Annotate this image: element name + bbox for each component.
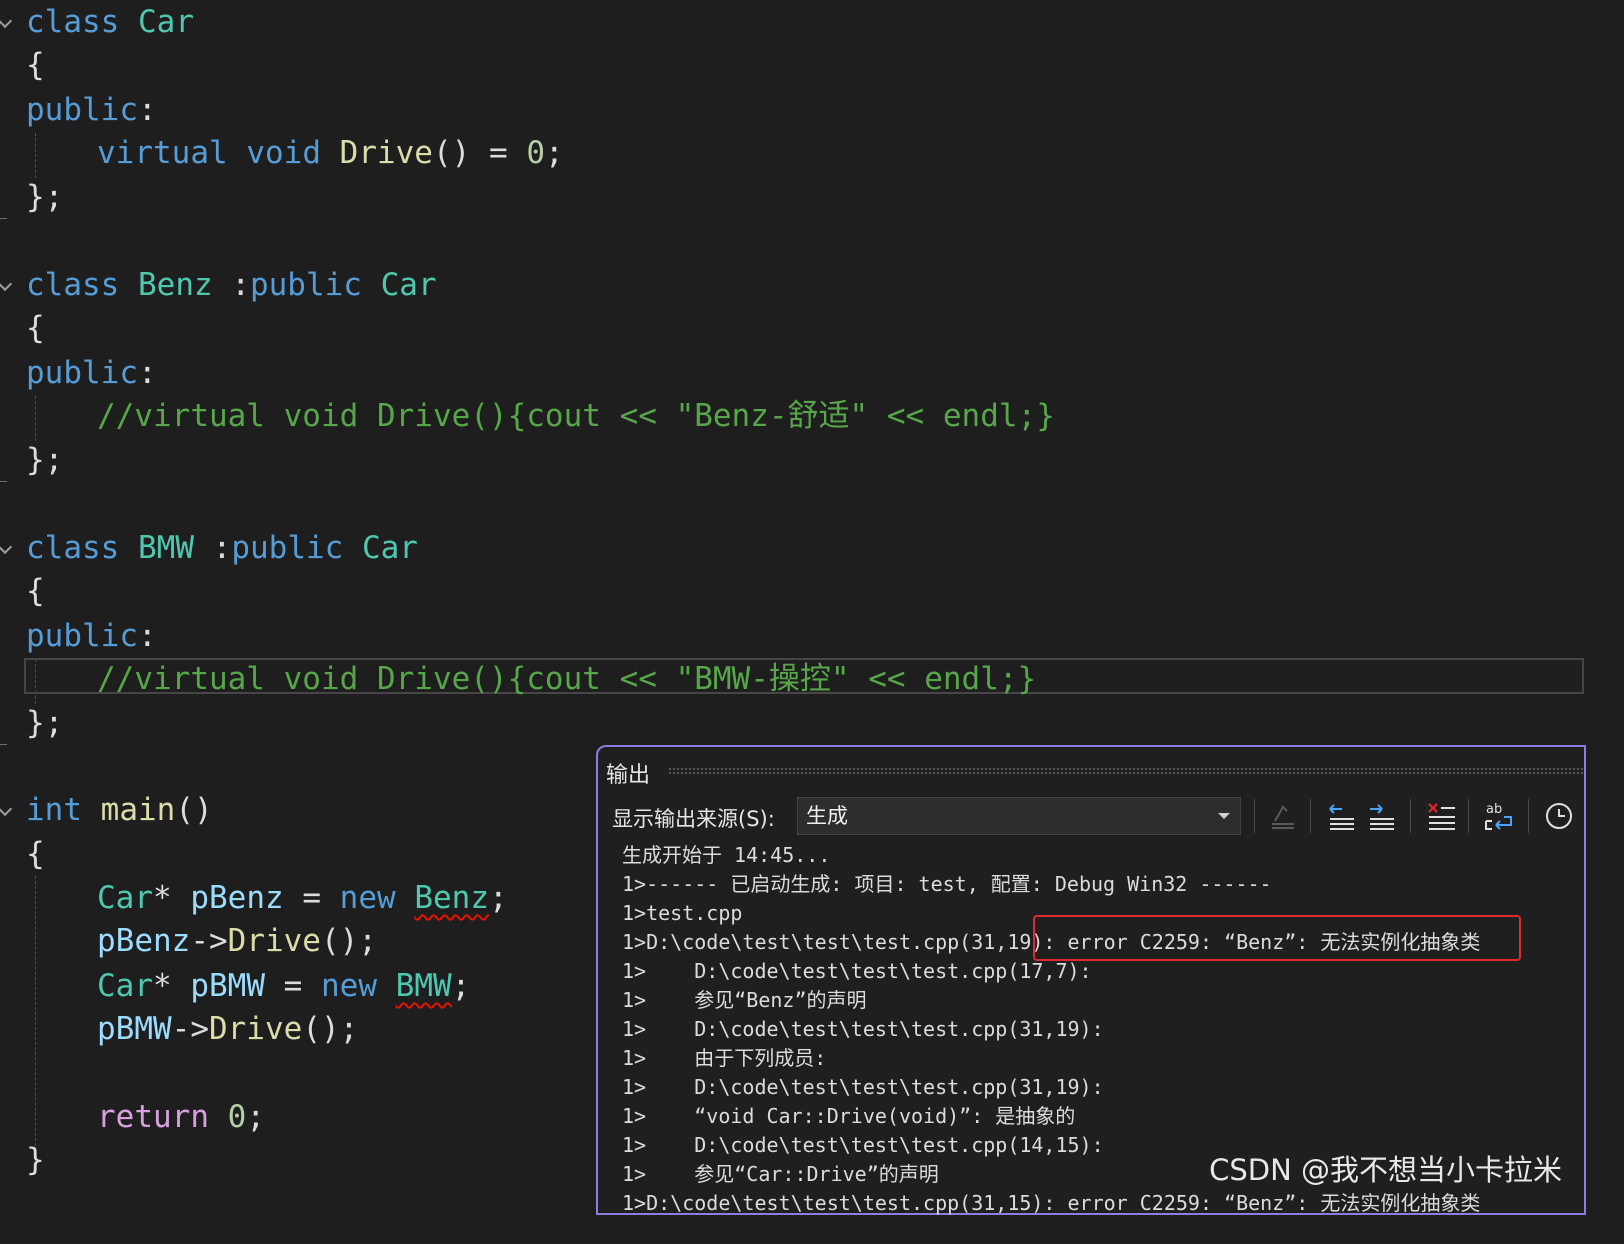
output-source-label: 显示输出来源(S): bbox=[612, 807, 775, 831]
output-panel[interactable]: 输出 显示输出来源(S): 生成 ab 生成开始于 14:45... 1>---… bbox=[596, 745, 1586, 1215]
toolbar-separator bbox=[1254, 799, 1255, 833]
history-icon[interactable] bbox=[1542, 799, 1576, 833]
fold-toggle-bmw-icon[interactable] bbox=[0, 539, 13, 555]
code-line: class Car bbox=[26, 4, 194, 40]
indent-guide bbox=[35, 133, 36, 178]
watermark: CSDN @我不想当小卡拉米 bbox=[1209, 1153, 1562, 1187]
panel-drag-handle[interactable] bbox=[668, 767, 1584, 775]
code-line: //virtual void Drive(){cout << "BMW-操控" … bbox=[97, 661, 1037, 697]
previous-message-icon[interactable] bbox=[1324, 799, 1358, 833]
output-line: 1> D:\code\test\test\test.cpp(31,19): bbox=[622, 1075, 1104, 1099]
code-line: return 0; bbox=[97, 1099, 265, 1135]
code-line: Car* pBMW = new BMW; bbox=[97, 968, 471, 1004]
output-source-dropdown[interactable]: 生成 bbox=[797, 797, 1241, 835]
code-line: public: bbox=[26, 355, 157, 391]
code-line: { bbox=[26, 47, 45, 83]
toolbar-separator bbox=[1410, 799, 1411, 833]
go-to-location-icon[interactable] bbox=[1266, 799, 1300, 833]
output-panel-title: 输出 bbox=[606, 763, 651, 788]
output-line: 1> 参见“Benz”的声明 bbox=[622, 988, 867, 1012]
code-line: //virtual void Drive(){cout << "Benz-舒适"… bbox=[97, 398, 1055, 434]
output-line: 1> D:\code\test\test\test.cpp(17,7): bbox=[622, 959, 1092, 983]
output-line: 1> “void Car::Drive(void)”: 是抽象的 bbox=[622, 1104, 1076, 1128]
code-line: public: bbox=[26, 92, 157, 128]
code-line: }; bbox=[26, 442, 64, 478]
fold-end-marker bbox=[0, 218, 7, 219]
code-line: int main() bbox=[26, 792, 213, 828]
fold-toggle-main-icon[interactable] bbox=[0, 801, 13, 817]
output-source-value: 生成 bbox=[806, 804, 848, 828]
code-line: pBenz->Drive(); bbox=[97, 923, 377, 959]
toolbar-separator bbox=[1468, 799, 1469, 833]
indent-guide bbox=[35, 876, 36, 1166]
code-line: class Benz :public Car bbox=[26, 267, 437, 303]
fold-toggle-car-icon[interactable] bbox=[0, 13, 13, 29]
clear-all-icon[interactable] bbox=[1424, 799, 1458, 833]
toolbar-separator bbox=[1310, 799, 1311, 833]
code-line: class BMW :public Car bbox=[26, 530, 418, 566]
code-line: Car* pBenz = new Benz; bbox=[97, 880, 508, 916]
fold-end-marker bbox=[0, 481, 7, 482]
code-line: public: bbox=[26, 618, 157, 654]
code-line: { bbox=[26, 573, 45, 609]
chevron-down-icon bbox=[1218, 813, 1230, 819]
code-line: virtual void Drive() = 0; bbox=[97, 135, 564, 171]
next-message-icon[interactable] bbox=[1364, 799, 1398, 833]
toolbar-separator bbox=[1528, 799, 1529, 833]
code-line: }; bbox=[26, 705, 64, 741]
output-line: 1> 由于下列成员: bbox=[622, 1046, 827, 1070]
code-line: { bbox=[26, 836, 45, 872]
indent-guide bbox=[35, 396, 36, 441]
code-line: } bbox=[26, 1142, 45, 1178]
output-line: 1>------ 已启动生成: 项目: test, 配置: Debug Win3… bbox=[622, 872, 1272, 896]
word-wrap-icon[interactable]: ab bbox=[1482, 799, 1516, 833]
code-line: { bbox=[26, 310, 45, 346]
svg-text:ab: ab bbox=[1486, 802, 1502, 817]
error-squiggle: Benz bbox=[414, 880, 489, 916]
code-line: }; bbox=[26, 179, 64, 215]
fold-toggle-benz-icon[interactable] bbox=[0, 276, 13, 292]
output-line: 生成开始于 14:45... bbox=[622, 843, 831, 867]
output-error-line[interactable]: 1>D:\code\test\test\test.cpp(31,15): err… bbox=[622, 1189, 1584, 1218]
fold-end-marker bbox=[0, 744, 7, 745]
output-line: 1> D:\code\test\test\test.cpp(31,19): bbox=[622, 1017, 1104, 1041]
code-line: pBMW->Drive(); bbox=[97, 1011, 359, 1047]
error-squiggle: BMW bbox=[395, 968, 452, 1004]
error-highlight-box bbox=[1033, 915, 1521, 961]
